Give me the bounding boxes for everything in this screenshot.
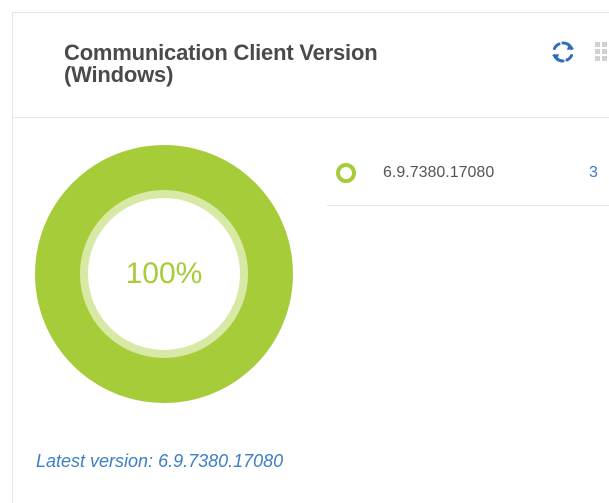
widget-title-line1: Communication Client Version — [64, 40, 378, 65]
refresh-icon[interactable] — [550, 39, 576, 65]
client-version-widget: Communication Client Version (Windows) 1… — [12, 12, 609, 503]
widget-header: Communication Client Version (Windows) — [13, 13, 609, 118]
grid-icon[interactable] — [595, 42, 609, 62]
widget-title-line2: (Windows) — [64, 62, 174, 87]
legend-item[interactable]: 6.9.7380.17080 3 — [327, 155, 609, 206]
legend-label: 6.9.7380.17080 — [383, 164, 495, 181]
donut-center-label: 100% — [125, 257, 203, 290]
legend-marker-icon — [336, 163, 356, 183]
widget-title: Communication Client Version (Windows) — [64, 42, 504, 86]
legend-count-link[interactable]: 3 — [589, 164, 598, 182]
latest-version-text: Latest version: 6.9.7380.17080 — [36, 451, 284, 471]
